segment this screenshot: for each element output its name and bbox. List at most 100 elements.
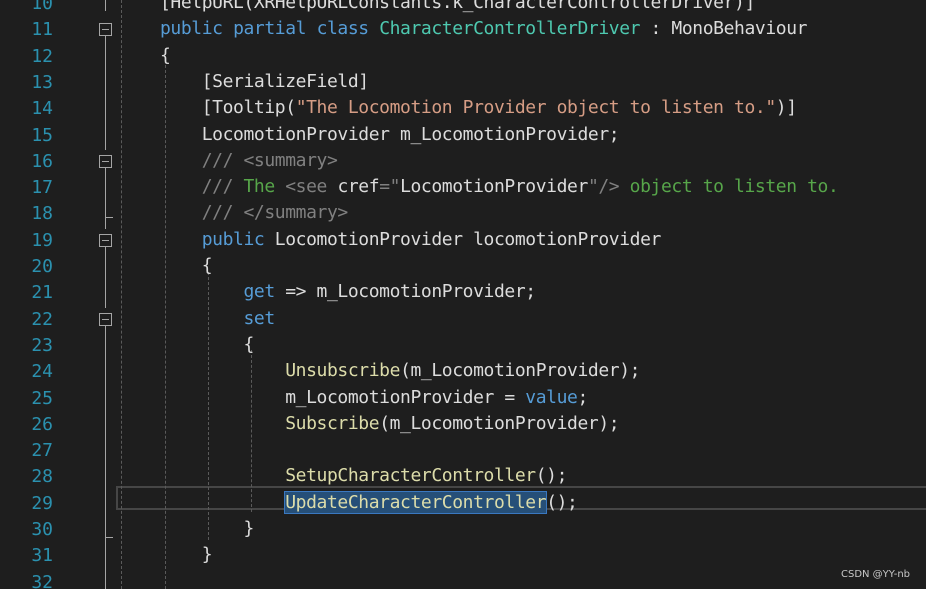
line-number: 26 (31, 413, 53, 435)
code-line[interactable]: 31 } (0, 542, 926, 568)
code-line[interactable]: 24 Unsubscribe(m_LocomotionProvider); (0, 358, 926, 384)
code-text[interactable]: LocomotionProvider m_LocomotionProvider; (160, 122, 620, 148)
code-text[interactable]: { (160, 43, 171, 69)
code-text[interactable]: } (160, 516, 254, 542)
code-line[interactable]: 21 get => m_LocomotionProvider; (0, 279, 926, 305)
code-token: /// (160, 149, 244, 171)
code-token: CharacterControllerDriver (379, 18, 641, 40)
code-token: } (160, 518, 254, 539)
code-line[interactable]: 12 { (0, 43, 926, 69)
line-number: 27 (31, 440, 53, 462)
code-text[interactable]: public LocomotionProvider locomotionProv… (160, 227, 662, 253)
code-line[interactable]: 15 LocomotionProvider m_LocomotionProvid… (0, 122, 926, 148)
code-token: { (160, 333, 254, 355)
code-text[interactable]: [SerializeField] (160, 69, 369, 95)
code-line[interactable]: 32 (0, 569, 926, 589)
code-token: [HelpURL(XRHelpURLConstants.k_CharacterC… (160, 0, 755, 13)
code-text[interactable]: get => m_LocomotionProvider; (160, 279, 537, 305)
code-token: LocomotionProvider m_LocomotionProvider; (160, 123, 620, 145)
code-token: [Tooltip( (160, 97, 296, 119)
line-number: 11 (31, 19, 53, 41)
code-line[interactable]: 28 SetupCharacterController(); (0, 463, 926, 489)
code-token: Subscribe (285, 412, 380, 434)
line-number: 21 (31, 282, 53, 304)
code-text[interactable]: m_LocomotionProvider = value; (160, 385, 588, 411)
code-text[interactable]: set (160, 306, 276, 332)
code-text[interactable]: } (160, 542, 213, 568)
code-line[interactable]: 13 [SerializeField] (0, 69, 926, 95)
code-token: (m_LocomotionProvider); (379, 412, 620, 434)
code-token: cref (337, 176, 380, 198)
code-text[interactable]: /// </summary> (160, 200, 349, 226)
code-text[interactable]: /// The <see cref="LocomotionProvider"/>… (160, 174, 839, 200)
code-text[interactable]: Subscribe(m_LocomotionProvider); (160, 411, 619, 437)
code-line[interactable]: 20 { (0, 253, 926, 279)
code-token: } (160, 544, 213, 566)
code-text[interactable]: Unsubscribe(m_LocomotionProvider); (160, 358, 640, 384)
line-number: 31 (31, 545, 53, 567)
code-token: Unsubscribe (285, 360, 401, 382)
line-number: 17 (31, 177, 53, 199)
selected-token: UpdateCharacterController (284, 490, 548, 514)
code-editor[interactable]: 10 [HelpURL(XRHelpURLConstants.k_Characte… (0, 0, 926, 589)
code-line[interactable]: 17 /// The <see cref="LocomotionProvider… (0, 174, 926, 200)
watermark: CSDN @YY-nb (840, 569, 910, 580)
code-line[interactable]: 18 /// </summary> (0, 200, 926, 226)
code-line[interactable]: 26 Subscribe(m_LocomotionProvider); (0, 411, 926, 437)
code-line[interactable]: 16 /// <summary> (0, 148, 926, 174)
code-token: { (160, 255, 213, 276)
code-line[interactable]: 30 } (0, 516, 926, 542)
code-token: [SerializeField] (160, 70, 369, 92)
code-text[interactable]: [Tooltip("The Locomotion Provider object… (160, 95, 797, 121)
line-number: 32 (31, 571, 53, 589)
code-text[interactable]: { (160, 332, 254, 358)
line-number: 19 (31, 229, 53, 251)
code-token: public (201, 228, 265, 250)
code-line[interactable]: 27 (0, 437, 926, 463)
code-token: object to listen to. (619, 176, 839, 198)
code-text[interactable]: /// <summary> (160, 148, 338, 174)
code-line[interactable]: 22 set (0, 306, 926, 332)
code-text[interactable]: SetupCharacterController(); (160, 463, 567, 489)
code-line[interactable]: 14 [Tooltip("The Locomotion Provider obj… (0, 95, 926, 121)
line-number: 20 (31, 256, 53, 277)
code-text[interactable]: UpdateCharacterController(); (160, 490, 578, 516)
line-number: 16 (31, 150, 53, 172)
code-line[interactable]: 23 { (0, 332, 926, 358)
code-text[interactable]: public partial class CharacterController… (160, 16, 808, 42)
code-token: <summary> (243, 149, 338, 171)
code-line[interactable]: 11 public partial class CharacterControll… (0, 16, 926, 42)
code-text[interactable]: [HelpURL(XRHelpURLConstants.k_CharacterC… (160, 0, 755, 16)
code-token: m_LocomotionProvider = (160, 386, 526, 408)
code-token: LocomotionProvider (400, 176, 588, 198)
code-token: =" (379, 176, 401, 198)
code-text[interactable]: { (160, 253, 213, 279)
line-number: 24 (31, 361, 53, 383)
line-number: 13 (31, 71, 53, 93)
code-token: partial (233, 18, 307, 40)
line-number: 28 (31, 466, 53, 488)
code-token: /// (160, 176, 234, 198)
code-token: (); (546, 491, 578, 513)
code-token: /// (160, 202, 244, 224)
code-token: : MonoBehaviour (640, 18, 808, 40)
line-number: 30 (31, 519, 53, 540)
code-line[interactable]: 10 [HelpURL(XRHelpURLConstants.k_Characte… (0, 0, 926, 16)
code-token: class (316, 18, 370, 40)
code-line[interactable]: 19 public LocomotionProvider locomotionP… (0, 227, 926, 253)
code-line[interactable]: 29 UpdateCharacterController(); (0, 490, 926, 516)
line-number: 12 (31, 45, 53, 67)
code-token: </summary> (243, 202, 349, 224)
code-token: get (243, 281, 276, 303)
code-token: public (160, 18, 223, 40)
code-token: value (525, 386, 578, 408)
code-token: ; (577, 386, 588, 408)
code-line[interactable]: 25 m_LocomotionProvider = value; (0, 385, 926, 411)
